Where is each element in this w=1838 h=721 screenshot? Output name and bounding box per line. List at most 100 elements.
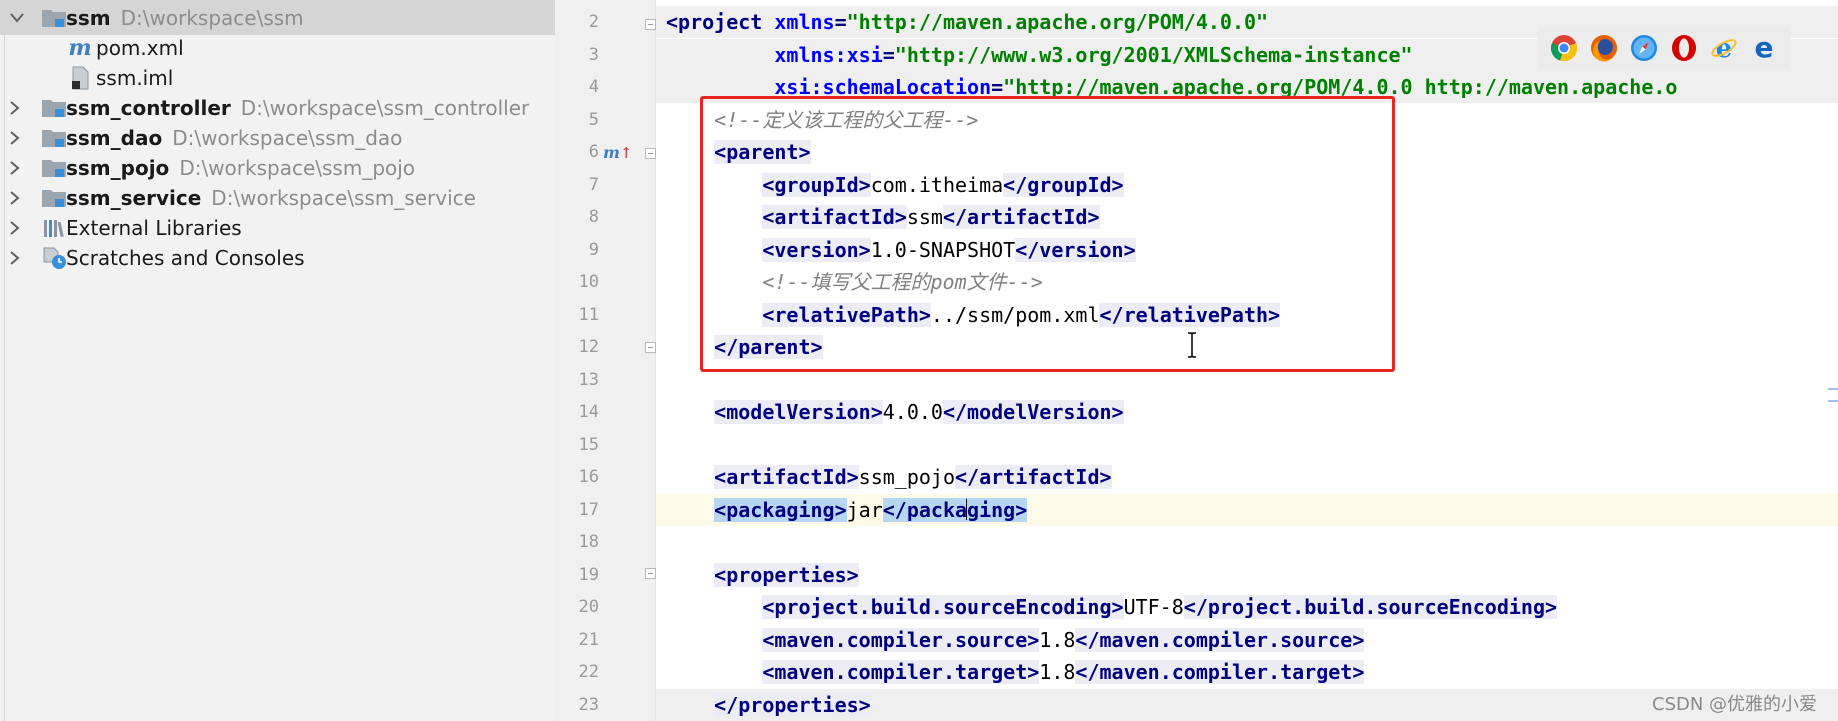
project-tree-panel: ssm D:\workspace\ssm m pom.xml ssm.iml ss… (0, 0, 555, 721)
line-number: 2 (588, 12, 599, 32)
module-folder-icon (40, 186, 68, 210)
code-token: UTF-8 (1123, 595, 1184, 619)
maven-parent-gutter-icon[interactable]: m↑ (603, 143, 633, 162)
annotation-box (700, 96, 1395, 372)
code-line-text: <maven.compiler.source>1.8</maven.compil… (666, 627, 1365, 652)
code-line[interactable]: <maven.compiler.source>1.8</maven.compil… (656, 624, 1838, 656)
line-number: 20 (578, 597, 599, 617)
tree-item-scratches[interactable]: Scratches and Consoles (0, 240, 555, 275)
code-line[interactable]: <packaging>jar</packaging> (656, 493, 1838, 526)
firefox-icon[interactable] (1589, 33, 1619, 63)
chevron-right-icon[interactable] (8, 160, 22, 175)
fold-marker-icon[interactable] (645, 342, 656, 353)
line-number: 4 (588, 77, 599, 97)
code-line[interactable]: <properties> (656, 559, 1838, 591)
code-token: <modelVersion> (714, 400, 883, 424)
code-token: </maven.compiler.source> (1075, 627, 1365, 652)
line-number: 17 (578, 499, 599, 520)
line-number: 18 (578, 532, 599, 552)
edge-icon[interactable]: e (1749, 33, 1779, 63)
chevron-down-icon[interactable] (10, 11, 24, 25)
code-token: </artifactId> (955, 465, 1112, 489)
line-number: 16 (578, 467, 599, 487)
chevron-right-icon[interactable] (8, 220, 22, 235)
chevron-right-icon[interactable] (8, 100, 22, 115)
chevron-right-icon[interactable] (8, 190, 22, 205)
code-token: <packaging> (714, 497, 847, 522)
code-token: </properties> (714, 692, 871, 717)
opera-icon[interactable] (1669, 33, 1699, 63)
tree-item-path: D:\workspace\ssm_controller (240, 95, 530, 120)
module-folder-icon (40, 6, 68, 30)
line-number: 7 (588, 174, 599, 195)
code-token: <maven.compiler.target> (762, 660, 1040, 684)
code-token: xmlns:xsi (774, 42, 883, 67)
line-number: 11 (578, 304, 599, 325)
code-line[interactable] (656, 429, 1838, 461)
iml-file-icon (66, 66, 94, 90)
code-line[interactable]: <project.build.sourceEncoding>UTF-8</pro… (656, 591, 1838, 623)
code-line-text: <project.build.sourceEncoding>UTF-8</pro… (666, 595, 1558, 619)
code-token: 4.0.0 (882, 400, 943, 424)
chrome-icon[interactable] (1549, 33, 1579, 63)
tree-item-path: D:\workspace\ssm_dao (172, 125, 403, 150)
tree-item-label: External Libraries (66, 215, 242, 240)
code-line-text: </properties> (666, 692, 871, 717)
fold-marker-icon[interactable] (645, 568, 656, 579)
code-token: </modelVersion> (942, 400, 1124, 424)
tree-item-label: ssm_controller (66, 95, 231, 120)
chevron-right-icon[interactable] (8, 250, 22, 265)
code-token: </maven.compiler.target> (1075, 660, 1365, 684)
line-number: 5 (588, 109, 599, 130)
scroll-marker (1828, 400, 1838, 402)
code-line-text: <modelVersion>4.0.0</modelVersion> (666, 400, 1124, 424)
tree-item-label: ssm_service (66, 185, 202, 210)
line-number: 15 (578, 434, 599, 455)
fold-marker-icon[interactable] (645, 148, 656, 159)
editor-scrollbar[interactable] (1826, 0, 1838, 721)
code-line-text: <packaging>jar</packaging> (666, 497, 1028, 522)
fold-marker-icon[interactable] (645, 19, 656, 30)
code-line[interactable]: <artifactId>ssm_pojo</artifactId> (656, 461, 1838, 493)
code-token: <project (666, 10, 775, 34)
chevron-right-icon[interactable] (8, 130, 22, 145)
line-number: 19 (578, 564, 599, 585)
code-line[interactable]: <modelVersion>4.0.0</modelVersion> (656, 396, 1838, 428)
svg-text:e: e (1716, 34, 1733, 62)
line-number: 22 (578, 662, 599, 682)
code-line-text: <maven.compiler.target>1.8</maven.compil… (666, 660, 1365, 684)
internet-explorer-icon[interactable]: e (1709, 33, 1739, 63)
scratches-icon (40, 246, 68, 270)
safari-icon[interactable] (1629, 33, 1659, 63)
code-line-text: xmlns:xsi="http://www.w3.org/2001/XMLSch… (666, 42, 1412, 67)
code-token: "http://maven.apache.org/POM/4.0.0" (846, 10, 1269, 34)
tree-item-path: D:\workspace\ssm_service (211, 185, 476, 210)
module-folder-icon (40, 96, 68, 120)
tree-item-label: pom.xml (96, 35, 184, 60)
line-number: 3 (588, 44, 599, 65)
code-token: </packa (882, 497, 968, 522)
watermark: CSDN @优雅的小爱 (1652, 694, 1818, 715)
code-line-text: <project xmlns="http://maven.apache.org/… (666, 11, 1268, 33)
line-number: 21 (578, 629, 599, 650)
code-line[interactable] (656, 526, 1838, 558)
code-line[interactable]: <maven.compiler.target>1.8</maven.compil… (656, 656, 1838, 688)
module-folder-icon (40, 126, 68, 150)
code-token: = (882, 42, 895, 67)
code-token: = (834, 10, 847, 34)
line-number: 14 (578, 402, 599, 422)
tree-item-label: ssm.iml (96, 65, 174, 90)
code-token: 1.8 (1039, 627, 1076, 652)
tree-item-label: ssm_dao (66, 125, 163, 150)
svg-text:e: e (1755, 34, 1774, 62)
code-token: <maven.compiler.source> (762, 627, 1040, 652)
line-number: 23 (578, 694, 599, 715)
tree-item-path: D:\workspace\ssm (120, 5, 304, 30)
